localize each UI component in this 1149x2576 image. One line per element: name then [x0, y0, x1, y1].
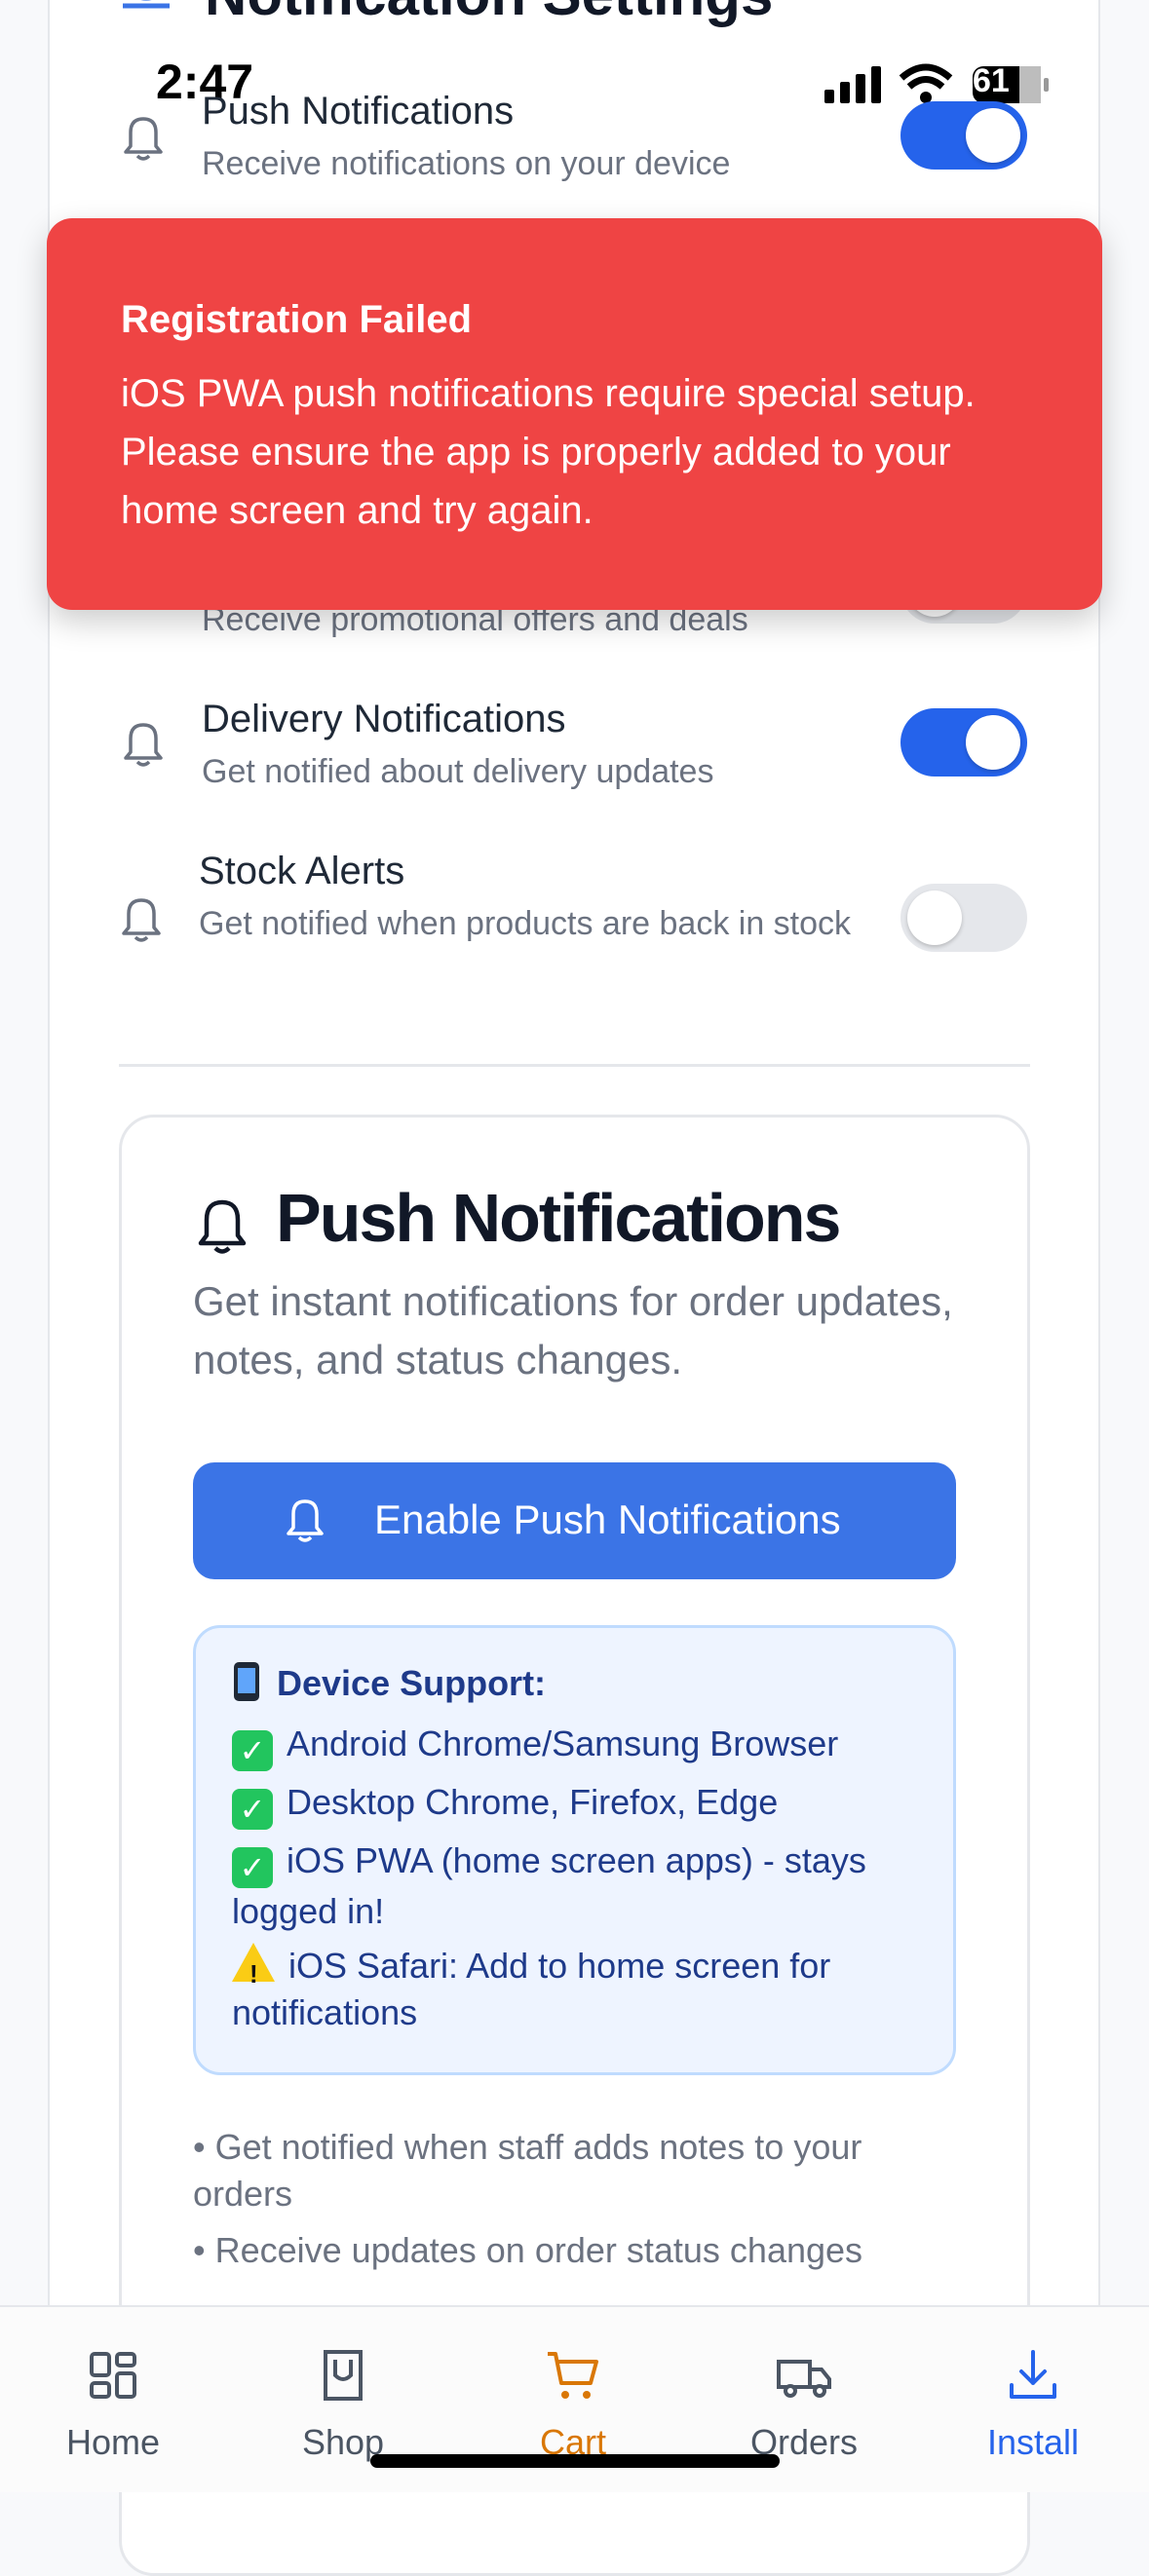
check-icon: ✓	[232, 1730, 273, 1771]
error-toast[interactable]: Registration Failed iOS PWA push notific…	[47, 218, 1102, 610]
phone-icon	[234, 1662, 259, 1701]
setting-title: Delivery Notifications	[202, 698, 566, 740]
push-toggle[interactable]	[900, 101, 1027, 170]
battery-level: 61	[973, 62, 1010, 99]
support-item: ! iOS Safari: Add to home screen for noti…	[232, 1943, 934, 2036]
delivery-toggle[interactable]	[900, 708, 1027, 777]
bell-icon	[123, 0, 170, 9]
truck-icon	[777, 2360, 831, 2398]
support-item: ✓ Android Chrome/Samsung Browser	[232, 1721, 934, 1771]
feature-bullet: • Receive updates on order status change…	[193, 2230, 863, 2270]
tab-orders[interactable]: Orders	[707, 2346, 901, 2463]
setting-title: Push Notifications	[202, 90, 515, 133]
shop-icon	[324, 2350, 363, 2401]
panel-description: Get instant notifications for order upda…	[193, 1278, 953, 1383]
cart-icon	[548, 2352, 598, 2399]
page-title: Notification Settings	[205, 0, 773, 28]
enable-push-label: Enable Push Notifications	[374, 1496, 841, 1542]
divider	[119, 1064, 1030, 1067]
setting-description: Receive notifications on your device	[202, 145, 731, 182]
tab-cart[interactable]: Cart	[476, 2346, 670, 2463]
bell-icon	[122, 898, 161, 942]
panel-title: Push Notifications	[276, 1180, 841, 1256]
toast-title: Registration Failed	[121, 298, 473, 341]
bell-icon	[124, 117, 163, 161]
bell-icon	[124, 723, 163, 767]
home-indicator[interactable]	[370, 2454, 780, 2468]
toast-message: iOS PWA push notifications require speci…	[121, 372, 976, 532]
setting-title: Stock Alerts	[199, 850, 405, 892]
feature-bullet: • Get notified when staff adds notes to …	[193, 2127, 862, 2214]
support-item: ✓ Desktop Chrome, Firefox, Edge	[232, 1779, 934, 1830]
setting-description: Get notified when products are back in s…	[199, 905, 852, 942]
tab-home[interactable]: Home	[16, 2346, 211, 2463]
support-heading: Device Support:	[232, 1660, 546, 1707]
check-icon: ✓	[232, 1789, 273, 1830]
check-icon: ✓	[232, 1847, 273, 1888]
setting-description: Get notified about delivery updates	[202, 753, 714, 790]
tab-install[interactable]: Install	[936, 2346, 1130, 2463]
download-icon	[1010, 2350, 1056, 2399]
tab-shop[interactable]: Shop	[246, 2346, 440, 2463]
bell-icon	[198, 1199, 247, 1254]
home-icon	[90, 2352, 136, 2399]
bell-icon	[287, 1499, 324, 1542]
support-item: ✓ iOS PWA (home screen apps) - stays logg…	[232, 1840, 866, 1931]
warning-icon: !	[232, 1943, 275, 1989]
stock-alerts-toggle[interactable]	[900, 884, 1027, 952]
